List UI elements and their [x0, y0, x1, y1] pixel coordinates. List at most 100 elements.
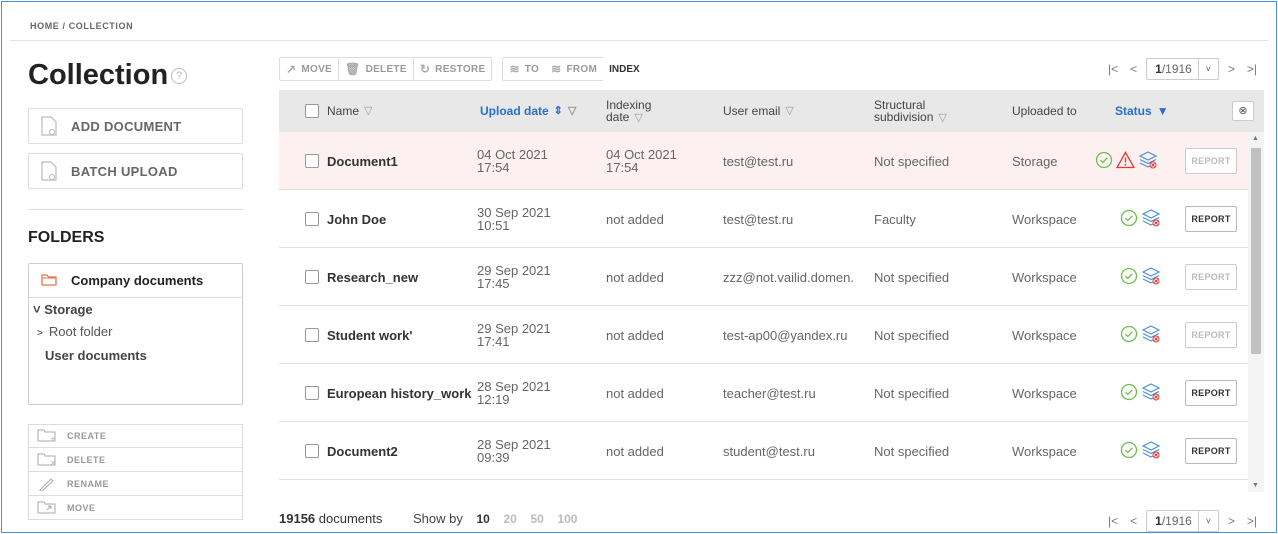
tree-item-user-documents[interactable]: User documents — [45, 348, 147, 363]
filter-icon[interactable]: ▼ — [1157, 105, 1169, 117]
help-icon[interactable]: ? — [171, 68, 188, 85]
prev-page-icon[interactable]: < — [1127, 514, 1140, 528]
page-size-20[interactable]: 20 — [503, 512, 516, 526]
table-row[interactable]: Student work' 29 Sep 2021 17:41 not added te… — [279, 306, 1248, 364]
report-button[interactable]: REPORT — [1185, 322, 1237, 348]
prev-page-icon[interactable]: < — [1127, 62, 1140, 76]
checkbox[interactable] — [305, 386, 319, 400]
checkbox[interactable] — [305, 270, 319, 284]
report-button[interactable]: REPORT — [1185, 380, 1237, 406]
index-to-button[interactable]: ≋ TO — [503, 58, 545, 80]
add-document-button[interactable]: ADD DOCUMENT — [28, 108, 243, 144]
next-page-icon[interactable]: > — [1225, 514, 1238, 528]
col-structural-subdivision[interactable]: Structural subdivision ▽ — [874, 90, 947, 132]
index-from-button[interactable]: ≋ FROM — [545, 58, 603, 80]
col-user-email[interactable]: User email ▽ — [723, 90, 794, 132]
tree-item-storage[interactable]: ˅ Storage — [33, 302, 93, 317]
table-row[interactable]: Document1 04 Oct 2021 17:54 04 Oct 2021 17:5… — [279, 132, 1248, 190]
page-select[interactable]: 1/1916 ˅ — [1146, 58, 1219, 80]
row-checkbox[interactable] — [305, 422, 319, 480]
folder-rename-label: RENAME — [67, 478, 110, 489]
filter-icon[interactable]: ▽ — [938, 112, 946, 124]
folder-move-label: MOVE — [67, 502, 96, 513]
checkbox[interactable] — [305, 328, 319, 342]
scrollbar[interactable]: ▲ ▼ — [1248, 132, 1264, 492]
chevron-down-icon[interactable]: ˅ — [1197, 511, 1218, 531]
delete-button[interactable]: 🗑︎ DELETE — [339, 58, 414, 80]
select-all-checkbox[interactable] — [305, 90, 319, 132]
table-row[interactable]: John Doe 30 Sep 2021 10:51 not added test@te… — [279, 190, 1248, 248]
last-page-icon[interactable]: >| — [1244, 62, 1260, 76]
next-page-icon[interactable]: > — [1225, 62, 1238, 76]
scroll-up-icon[interactable]: ▲ — [1252, 135, 1259, 142]
chevron-down-icon[interactable]: ˅ — [1197, 59, 1218, 79]
doc-name[interactable]: John Doe — [327, 190, 386, 248]
filter-icon[interactable]: ▽ — [634, 112, 642, 124]
close-icon[interactable]: ⊗ — [1232, 101, 1254, 121]
checkbox[interactable] — [305, 212, 319, 226]
scrollbar-thumb[interactable] — [1251, 148, 1261, 354]
page-size-10[interactable]: 10 — [477, 512, 490, 526]
breadcrumb[interactable]: HOME / COLLECTION — [30, 21, 133, 31]
indexing-date: not added — [606, 190, 664, 248]
scroll-down-icon[interactable]: ▼ — [1252, 482, 1259, 489]
filter-icon[interactable]: ▽ — [568, 105, 576, 117]
folder-move-button[interactable]: MOVE — [28, 496, 243, 520]
table-body: Document1 04 Oct 2021 17:54 04 Oct 2021 17:5… — [279, 132, 1248, 492]
report-button[interactable]: REPORT — [1185, 206, 1237, 232]
row-checkbox[interactable] — [305, 132, 319, 190]
layers-icon: ≋ — [551, 62, 562, 76]
move-button[interactable]: ↗ MOVE — [280, 58, 340, 80]
indexing-date: not added — [606, 248, 664, 306]
table-row[interactable]: European history_work 28 Sep 2021 12:19 not… — [279, 364, 1248, 422]
table-row[interactable]: Document2 28 Sep 2021 09:39 not added studen… — [279, 422, 1248, 480]
row-checkbox[interactable] — [305, 364, 319, 422]
row-checkbox[interactable] — [305, 248, 319, 306]
doc-name[interactable]: Student work' — [327, 306, 412, 364]
status-icons — [1120, 190, 1161, 248]
folder-create-button[interactable]: + CREATE — [28, 424, 243, 448]
row-checkbox[interactable] — [305, 190, 319, 248]
show-by-label: Show by — [413, 511, 463, 526]
folder-rename-button[interactable]: RENAME — [28, 472, 243, 496]
col-uploaded-to[interactable]: Uploaded to — [1012, 90, 1077, 132]
row-checkbox[interactable] — [305, 306, 319, 364]
folder-icon — [41, 273, 57, 289]
filter-icon[interactable]: ▽ — [785, 105, 793, 117]
doc-name[interactable]: Research_new — [327, 248, 418, 306]
batch-upload-button[interactable]: BATCH UPLOAD — [28, 153, 243, 189]
show-by: Show by 10 20 50 100 — [413, 511, 577, 526]
folder-company-documents[interactable]: Company documents — [29, 264, 242, 298]
header-divider — [10, 40, 1268, 41]
doc-name[interactable]: Document2 — [327, 422, 398, 480]
col-name[interactable]: Name ▽ — [327, 90, 372, 132]
doc-name[interactable]: European history_work — [327, 364, 471, 422]
checkbox[interactable] — [305, 444, 319, 458]
report-button[interactable]: REPORT — [1185, 148, 1237, 174]
sort-icon[interactable]: ⇕ — [554, 105, 563, 117]
page-size-100[interactable]: 100 — [557, 512, 577, 526]
page-select[interactable]: 1/1916 ˅ — [1146, 510, 1219, 532]
index-button[interactable]: INDEX — [603, 64, 646, 75]
doc-name[interactable]: Document1 — [327, 132, 398, 190]
first-page-icon[interactable]: |< — [1105, 514, 1121, 528]
document-count-label: documents — [318, 511, 383, 526]
checkbox[interactable] — [305, 154, 319, 168]
tree-item-root-folder[interactable]: > Root folder — [37, 324, 112, 339]
folder-delete-button[interactable]: × DELETE — [28, 448, 243, 472]
col-status[interactable]: Status ▼ — [1115, 90, 1169, 132]
page-total: /1916 — [1161, 514, 1192, 528]
restore-button[interactable]: ↻ RESTORE — [414, 58, 492, 80]
page-size-50[interactable]: 50 — [530, 512, 543, 526]
col-upload-date[interactable]: Upload date ⇕ ▽ — [480, 90, 576, 132]
report-button[interactable]: REPORT — [1185, 264, 1237, 290]
first-page-icon[interactable]: |< — [1105, 62, 1121, 76]
report-button[interactable]: REPORT — [1185, 438, 1237, 464]
table-row[interactable]: Research_new 29 Sep 2021 17:45 not added zzz… — [279, 248, 1248, 306]
upload-date-time: 12:19 — [477, 392, 510, 407]
col-indexing-date[interactable]: Indexing date ▽ — [606, 90, 651, 132]
filter-icon[interactable]: ▽ — [364, 105, 372, 117]
checkbox[interactable] — [305, 104, 319, 118]
last-page-icon[interactable]: >| — [1244, 514, 1260, 528]
page-title: Collection? — [28, 59, 188, 92]
